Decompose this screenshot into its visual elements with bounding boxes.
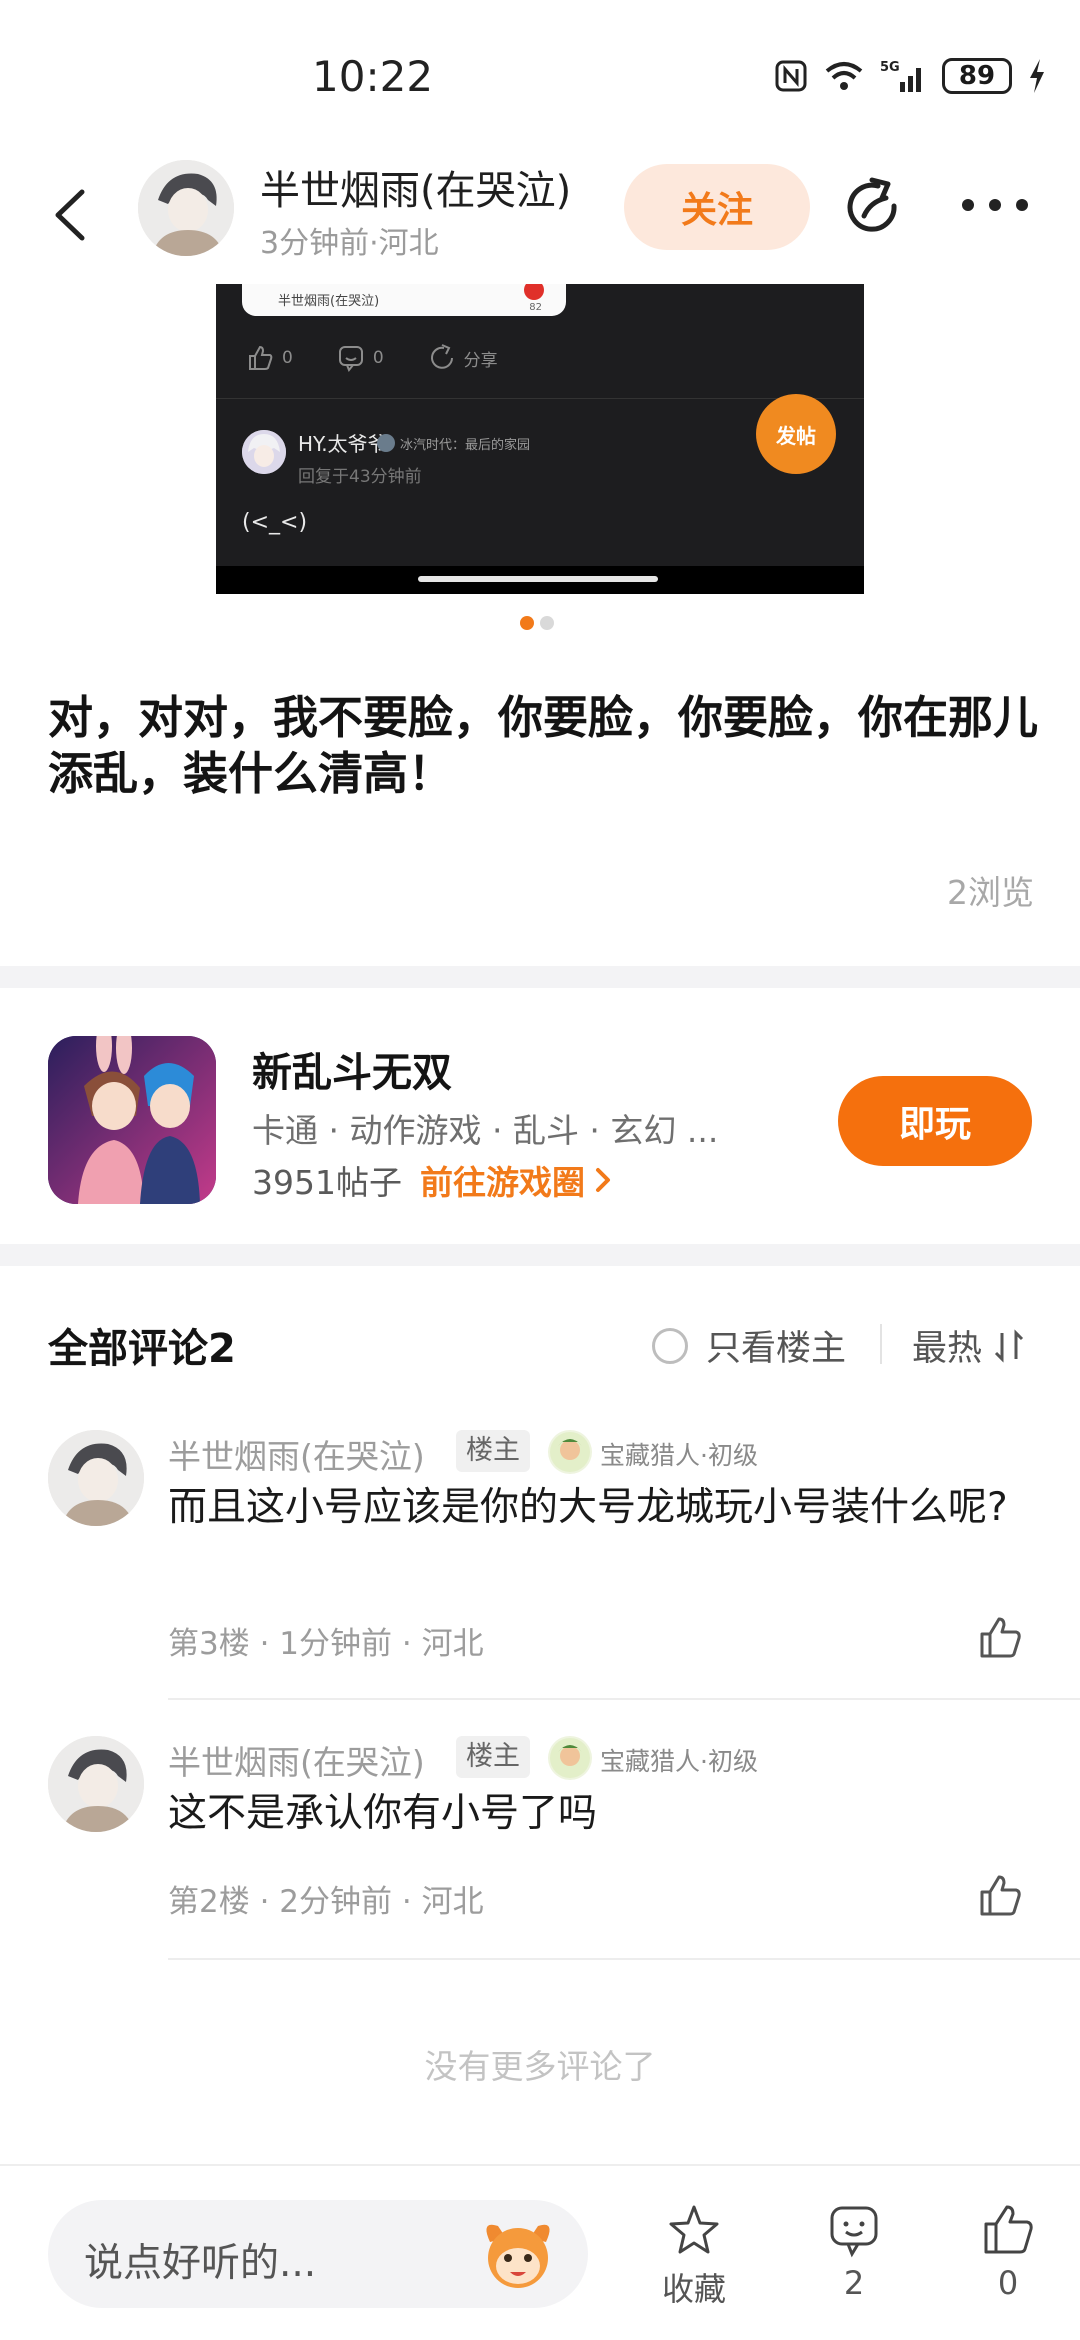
- image-comment: 0: [337, 344, 384, 372]
- comment-icon: [338, 346, 363, 372]
- comment-item[interactable]: 半世烟雨(在哭泣) 楼主 宝藏猎人·初级 而且这小号应该是你的大号龙城玩小号装什…: [0, 1430, 1080, 1700]
- author-meta: 3分钟前·河北: [260, 226, 439, 261]
- image-quoted-card: 半世烟雨(在哭泣) 82: [242, 284, 566, 316]
- game-icon[interactable]: [48, 1036, 216, 1204]
- image-card-text: 半世烟雨(在哭泣): [278, 294, 380, 309]
- game-post-count: 3951帖子: [252, 1163, 402, 1202]
- comment-count: 2: [843, 2264, 865, 2302]
- op-tag: 楼主: [456, 1430, 530, 1472]
- author-avatar[interactable]: [138, 160, 234, 256]
- game-tags: 卡通 · 动作游戏 · 乱斗 · 玄幻 ...: [252, 1111, 719, 1150]
- mascot-icon[interactable]: [476, 2212, 560, 2296]
- level-badge-icon: [548, 1736, 592, 1780]
- like-count: 0: [997, 2264, 1019, 2302]
- bottom-bar: 说点好听的... 收藏 2 0: [0, 2164, 1080, 2340]
- post-image[interactable]: 半世烟雨(在哭泣) 82 0 0 分享 HY.太爷爷 冰汽时代：最后的家园 回复…: [216, 284, 864, 594]
- commenter-avatar[interactable]: [48, 1736, 144, 1832]
- only-op-label: 只看楼主: [706, 1329, 847, 1369]
- share-icon[interactable]: [842, 176, 906, 240]
- image-reply-time: 回复于43分钟前: [298, 467, 422, 487]
- comment-divider: [168, 1958, 1080, 1960]
- image-reply-game: 冰汽时代：最后的家园: [376, 433, 530, 453]
- image-like: 0: [246, 344, 293, 372]
- back-icon[interactable]: [48, 188, 92, 242]
- commenter-level: 宝藏猎人·初级: [600, 1441, 758, 1470]
- comment-body: 这不是承认你有小号了吗: [168, 1791, 598, 1836]
- game-circle-link[interactable]: 前往游戏圈: [420, 1156, 611, 1204]
- image-card-count: 82: [529, 302, 542, 313]
- post-body: 对，对对，我不要脸，你要脸，你要脸，你在那儿添乱，装什么清高！: [48, 691, 1039, 800]
- header-separator: [880, 1324, 882, 1364]
- image-post-fab: 发帖: [756, 394, 836, 474]
- collect-label: 收藏: [661, 2270, 726, 2308]
- game-circle-link-label: 前往游戏圈: [419, 1163, 585, 1202]
- comments-header: 全部评论2 只看楼主 最热: [0, 1266, 1080, 1376]
- comment-input[interactable]: 说点好听的...: [48, 2200, 588, 2308]
- comment-icon: [830, 2206, 878, 2258]
- image-card-dot: [524, 284, 544, 300]
- game-posts-row: 3951帖子 前往游戏圈: [252, 1156, 611, 1204]
- comment-divider: [168, 1698, 1080, 1700]
- comment-meta: 第2楼 · 2分钟前 · 河北: [168, 1884, 484, 1920]
- collect-button[interactable]: 收藏: [634, 2202, 754, 2310]
- chevron-right-icon: [595, 1168, 610, 1192]
- commenter-name[interactable]: 半世烟雨(在哭泣): [168, 1736, 425, 1784]
- wifi-icon: [825, 62, 863, 90]
- follow-button[interactable]: 关注: [624, 164, 810, 250]
- thumb-up-icon: [984, 2205, 1033, 2254]
- comment-button[interactable]: 2: [794, 2202, 914, 2302]
- comments-title: 全部评论2: [48, 1326, 236, 1372]
- thumb-up-icon[interactable]: [976, 1614, 1024, 1662]
- carousel-dots: [520, 616, 554, 630]
- image-share: 分享: [428, 344, 498, 372]
- svg-text:5G: 5G: [880, 60, 900, 75]
- image-reply-avatar: [242, 430, 286, 474]
- commenter-level: 宝藏猎人·初级: [600, 1747, 758, 1776]
- image-reply-user: HY.太爷爷: [298, 432, 388, 456]
- radio-icon[interactable]: [652, 1327, 688, 1364]
- post-header: 半世烟雨(在哭泣) 3分钟前·河北 关注: [0, 150, 1080, 280]
- sort-label: 最热: [912, 1329, 983, 1369]
- game-card[interactable]: 新乱斗无双 卡通 · 动作游戏 · 乱斗 · 玄幻 ... 3951帖子 前往游…: [0, 990, 1080, 1244]
- level-badge-icon: [548, 1430, 592, 1474]
- status-time: 10:22: [312, 52, 434, 101]
- charging-icon: [1030, 59, 1044, 93]
- battery-icon: 89: [942, 58, 1012, 94]
- section-divider: [0, 1244, 1080, 1266]
- sort-toggle[interactable]: 最热: [912, 1320, 1024, 1371]
- image-home-indicator: [418, 576, 658, 582]
- thumb-up-icon: [249, 345, 273, 370]
- op-tag: 楼主: [456, 1736, 530, 1778]
- comment-meta: 第3楼 · 1分钟前 · 河北: [168, 1626, 484, 1662]
- section-divider: [0, 966, 1080, 988]
- image-actions: 0 0 分享: [246, 344, 498, 372]
- image-divider: [216, 398, 864, 399]
- comment-item[interactable]: 半世烟雨(在哭泣) 楼主 宝藏猎人·初级 这不是承认你有小号了吗 第2楼 · 2…: [0, 1736, 1080, 1962]
- nfc-icon: [775, 60, 807, 92]
- status-bar: 10:22 5G 89: [0, 0, 1080, 150]
- only-op-toggle[interactable]: 只看楼主: [652, 1320, 846, 1371]
- view-count: 2浏览: [947, 873, 1034, 912]
- share-icon: [430, 344, 453, 369]
- game-name[interactable]: 新乱斗无双: [252, 1040, 452, 1098]
- carousel-dot-active[interactable]: [520, 616, 534, 630]
- image-reply-text: (<_<): [242, 510, 308, 535]
- commenter-name[interactable]: 半世烟雨(在哭泣): [168, 1430, 425, 1478]
- comment-body: 而且这小号应该是你的大号龙城玩小号装什么呢?: [168, 1485, 1008, 1530]
- status-icons: 5G 89: [774, 58, 1046, 94]
- game-badge-icon: [377, 434, 395, 452]
- no-more-comments: 没有更多评论了: [424, 2047, 656, 2086]
- play-button[interactable]: 即玩: [838, 1076, 1032, 1166]
- sort-icon: [994, 1328, 1024, 1363]
- signal-icon: 5G: [880, 60, 921, 92]
- like-button[interactable]: 0: [948, 2202, 1068, 2302]
- thumb-up-icon[interactable]: [976, 1872, 1024, 1920]
- carousel-dot[interactable]: [540, 616, 554, 630]
- star-icon: [669, 2205, 719, 2254]
- author-name[interactable]: 半世烟雨(在哭泣): [260, 158, 571, 216]
- comment-input-placeholder: 说点好听的...: [84, 2241, 317, 2286]
- commenter-avatar[interactable]: [48, 1430, 144, 1526]
- more-icon[interactable]: [962, 190, 1028, 220]
